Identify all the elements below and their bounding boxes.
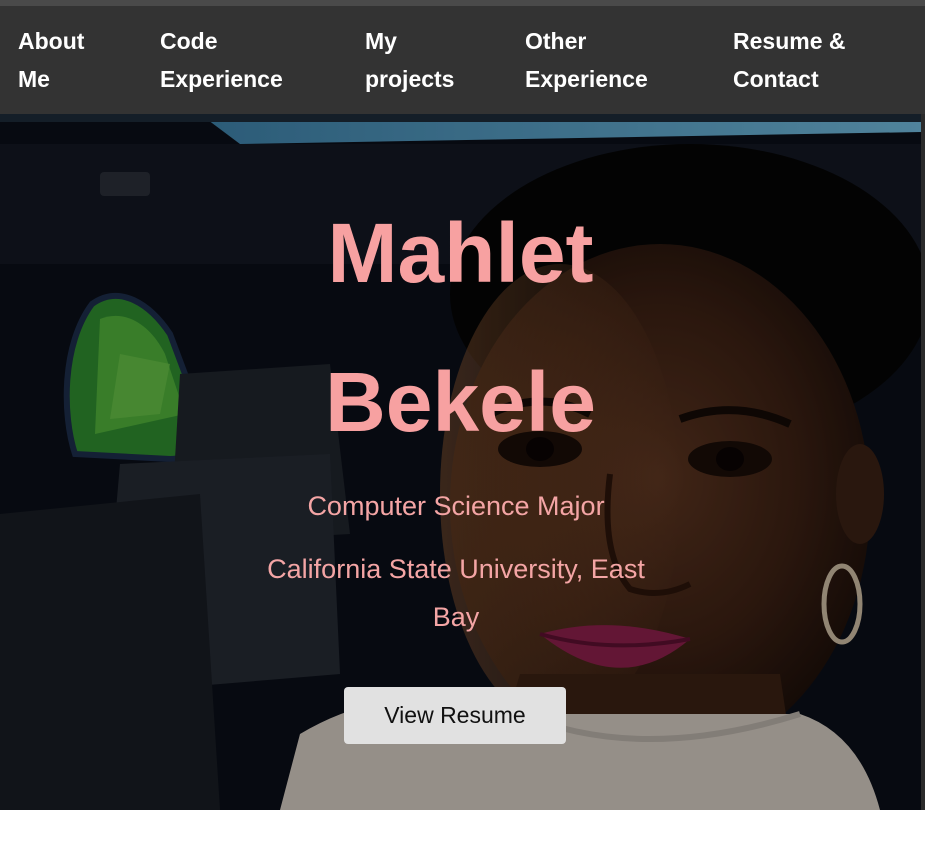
hero-first-name: Mahlet [327, 206, 594, 300]
nav-link-label: Contact [733, 66, 819, 92]
view-resume-button[interactable]: View Resume [344, 687, 566, 744]
nav-link-label: Me [18, 66, 50, 92]
nav-link-my-projects[interactable]: My projects [365, 22, 454, 98]
hero-major: Computer Science Major [307, 491, 605, 521]
nav-link-about-me[interactable]: About Me [18, 22, 84, 98]
nav-link-other-experience[interactable]: Other Experience [525, 22, 648, 98]
top-navigation-bar: About Me Code Experience My projects Oth… [0, 6, 925, 114]
nav-link-resume-contact[interactable]: Resume & Contact [733, 22, 845, 98]
nav-link-label: Experience [525, 66, 648, 92]
hero-last-name: Bekele [325, 355, 596, 449]
nav-link-label: Other [525, 28, 587, 54]
page-right-edge [921, 114, 925, 810]
nav-link-label: Code [160, 28, 218, 54]
hero-university-line2: Bay [432, 602, 480, 632]
nav-link-label: Resume & [733, 28, 846, 54]
nav-link-label: My [365, 28, 397, 54]
nav-link-label: Experience [160, 66, 283, 92]
hero-university-line1: California State University, East [267, 554, 645, 584]
nav-link-label: About [18, 28, 85, 54]
nav-link-label: projects [365, 66, 455, 92]
hero-section: Mahlet Bekele Computer Science Major Cal… [0, 114, 921, 810]
nav-link-code-experience[interactable]: Code Experience [160, 22, 283, 98]
